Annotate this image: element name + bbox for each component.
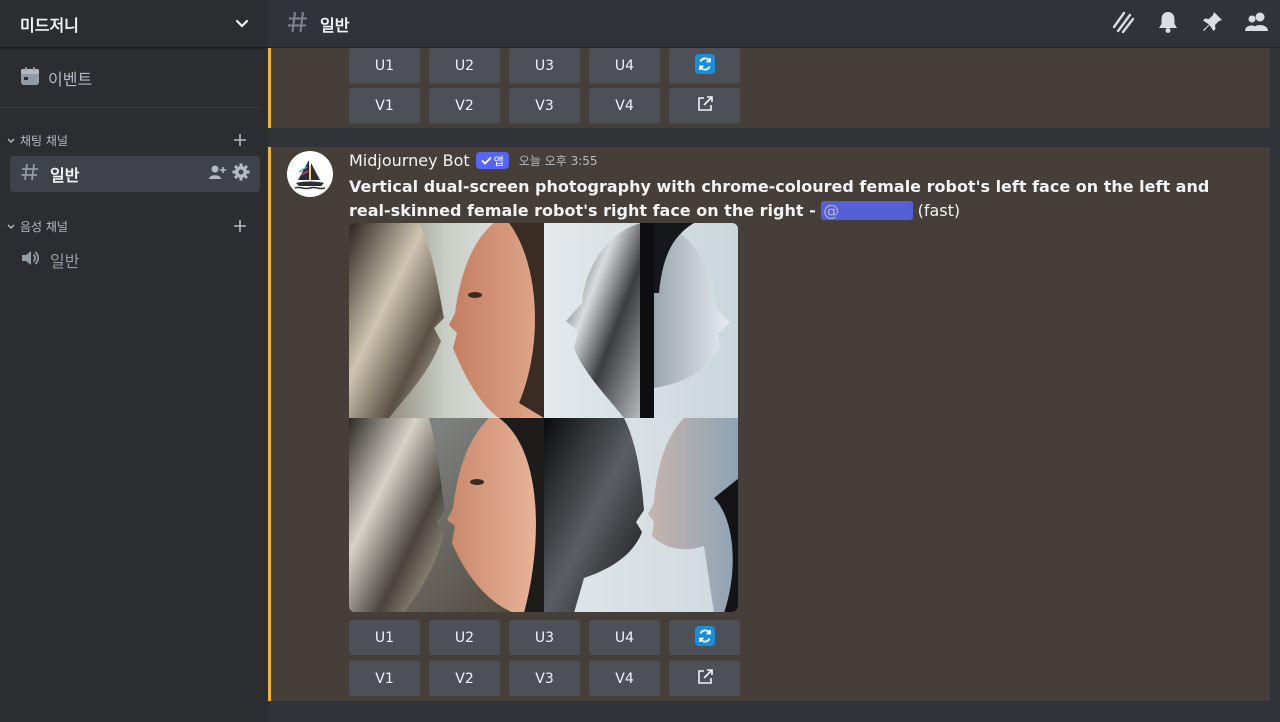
u3-button[interactable]: U3 xyxy=(509,620,580,655)
open-web-button[interactable] xyxy=(669,661,740,696)
pin-icon[interactable] xyxy=(1200,10,1224,38)
members-icon[interactable] xyxy=(1244,10,1270,38)
upscale-buttons: U1 U2 U3 U4 xyxy=(349,48,740,83)
image-grid[interactable] xyxy=(349,223,738,612)
upscale-buttons: U1 U2 U3 U4 xyxy=(349,620,740,655)
channel-sidebar: 미드저니 이벤트 채팅 채널 일반 음성 채널 일반 xyxy=(0,0,268,722)
v4-button[interactable]: V4 xyxy=(589,661,660,696)
midjourney-logo-icon xyxy=(294,160,326,190)
sidebar-item-general-text[interactable]: 일반 xyxy=(10,156,260,192)
v3-button[interactable]: V3 xyxy=(509,661,580,696)
channel-label: 일반 xyxy=(50,252,80,271)
author-name[interactable]: Midjourney Bot xyxy=(349,151,470,170)
external-link-icon xyxy=(696,668,714,690)
channel-header: 일반 xyxy=(268,0,1280,48)
prompt-separator: - xyxy=(803,201,822,220)
message-content: Vertical dual-screen photography with ch… xyxy=(349,175,1219,223)
variation-buttons: V1 V2 V3 V4 xyxy=(349,88,740,123)
u4-button[interactable]: U4 xyxy=(589,48,660,83)
u3-button[interactable]: U3 xyxy=(509,48,580,83)
bell-icon[interactable] xyxy=(1156,10,1180,38)
v1-button[interactable]: V1 xyxy=(349,88,420,123)
v1-button[interactable]: V1 xyxy=(349,661,420,696)
refresh-icon xyxy=(694,53,715,78)
external-link-icon xyxy=(696,95,714,117)
prompt-text: Vertical dual-screen photography with ch… xyxy=(349,177,1210,220)
previous-message: U1 U2 U3 U4 V1 V2 V3 V4 xyxy=(268,48,1270,128)
channel-label: 일반 xyxy=(50,166,80,185)
channel-title: 일반 xyxy=(320,15,350,35)
server-header[interactable]: 미드저니 xyxy=(0,0,268,48)
chat-area: 일반 U1 U2 U3 U4 V1 V2 V3 V4 Midjourney Bo… xyxy=(268,0,1280,722)
avatar[interactable] xyxy=(287,151,333,197)
reroll-button[interactable] xyxy=(669,620,740,655)
reroll-button[interactable] xyxy=(669,48,740,83)
image-tile-1[interactable] xyxy=(349,223,544,418)
bot-message: Midjourney Bot 앱 오늘 오후 3:55 Vertical dua… xyxy=(268,147,1270,701)
open-web-button[interactable] xyxy=(669,88,740,123)
u2-button[interactable]: U2 xyxy=(429,620,500,655)
app-badge: 앱 xyxy=(475,152,509,169)
refresh-icon xyxy=(694,625,715,650)
u1-button[interactable]: U1 xyxy=(349,620,420,655)
chevron-down-icon[interactable] xyxy=(232,14,252,34)
hash-icon xyxy=(20,162,40,186)
gear-icon[interactable] xyxy=(232,163,250,185)
v2-button[interactable]: V2 xyxy=(429,88,500,123)
chevron-down-icon xyxy=(6,131,16,150)
add-channel-icon[interactable] xyxy=(232,132,248,148)
v3-button[interactable]: V3 xyxy=(509,88,580,123)
invite-user-icon[interactable] xyxy=(208,164,226,184)
events-label: 이벤트 xyxy=(48,69,93,89)
speaker-icon xyxy=(20,248,40,272)
server-name: 미드저니 xyxy=(20,15,79,35)
add-channel-icon[interactable] xyxy=(232,218,248,234)
image-tile-2[interactable] xyxy=(543,223,738,418)
variation-buttons: V1 V2 V3 V4 xyxy=(349,661,740,696)
app: 미드저니 이벤트 채팅 채널 일반 음성 채널 일반 일반 U1 U2 U3 U… xyxy=(0,0,1280,722)
voice-channel-category[interactable]: 음성 채널 xyxy=(0,214,268,238)
threads-icon[interactable] xyxy=(1110,9,1136,39)
category-label: 음성 채널 xyxy=(20,219,68,234)
sidebar-item-general-voice[interactable]: 일반 xyxy=(10,242,260,278)
v4-button[interactable]: V4 xyxy=(589,88,660,123)
u2-button[interactable]: U2 xyxy=(429,48,500,83)
badge-label: 앱 xyxy=(493,154,504,168)
message-header: Midjourney Bot 앱 오늘 오후 3:55 xyxy=(349,151,598,170)
checkmark-icon xyxy=(481,156,492,165)
mode-label: (fast) xyxy=(917,201,961,220)
image-tile-3[interactable] xyxy=(349,417,544,612)
u1-button[interactable]: U1 xyxy=(349,48,420,83)
user-mention[interactable]: @ xyxy=(821,201,913,220)
calendar-icon xyxy=(20,66,40,90)
hash-icon xyxy=(286,10,310,38)
chevron-down-icon xyxy=(6,217,16,236)
u4-button[interactable]: U4 xyxy=(589,620,660,655)
image-tile-4[interactable] xyxy=(543,417,738,612)
category-label: 채팅 채널 xyxy=(20,133,68,148)
v2-button[interactable]: V2 xyxy=(429,661,500,696)
text-channel-category[interactable]: 채팅 채널 xyxy=(0,128,268,152)
events-item[interactable]: 이벤트 xyxy=(0,48,260,108)
timestamp: 오늘 오후 3:55 xyxy=(518,154,598,168)
